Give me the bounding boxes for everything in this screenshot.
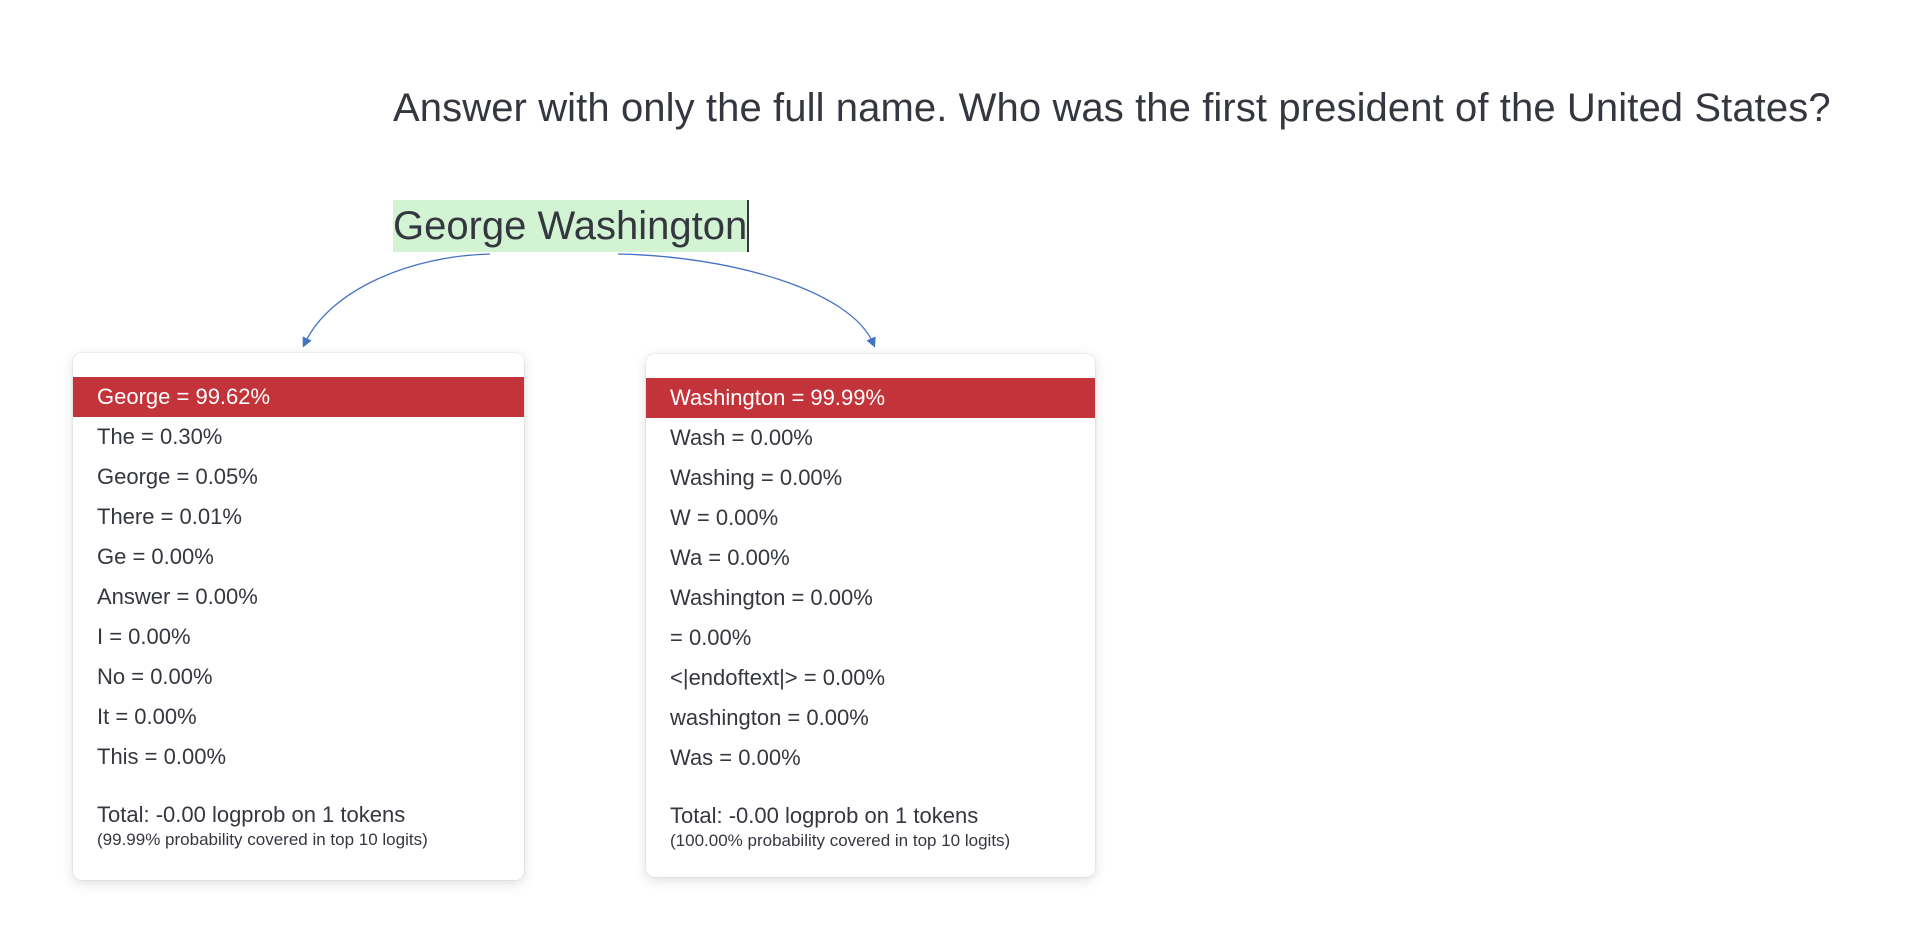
token-probability-panel-washington: Washington = 99.99% Wash = 0.00% Washing… [646,354,1095,877]
prompt-text[interactable]: Answer with only the full name. Who was … [393,80,1831,136]
probability-row[interactable]: George = 0.05% [73,457,524,497]
probability-coverage: (100.00% probability covered in top 10 l… [670,831,1011,850]
probability-row[interactable]: washington = 0.00% [646,698,1095,738]
probability-row[interactable]: Washington = 99.99% [646,378,1095,418]
probability-row[interactable]: Answer = 0.00% [73,577,524,617]
probability-row[interactable]: Washington = 0.00% [646,578,1095,618]
probability-coverage: (99.99% probability covered in top 10 lo… [97,830,428,849]
probability-list: Washington = 99.99% Wash = 0.00% Washing… [646,378,1095,778]
probability-row[interactable]: It = 0.00% [73,697,524,737]
probability-row[interactable]: This = 0.00% [73,737,524,777]
probability-row[interactable]: Washing = 0.00% [646,458,1095,498]
text-cursor [747,200,750,252]
completion-token-washington[interactable]: Washington [526,200,748,252]
token-probability-panel-george: George = 99.62% The = 0.30% George = 0.0… [73,353,524,880]
logprob-total: Total: -0.00 logprob on 1 tokens [97,802,406,827]
logprob-total: Total: -0.00 logprob on 1 tokens [670,803,979,828]
arrow-to-george-panel [302,253,491,348]
probability-row[interactable]: I = 0.00% [73,617,524,657]
probability-row[interactable]: There = 0.01% [73,497,524,537]
probability-row[interactable]: Ge = 0.00% [73,537,524,577]
probability-row[interactable]: Wa = 0.00% [646,538,1095,578]
probability-row[interactable]: The = 0.30% [73,417,524,457]
probability-row[interactable]: Wash = 0.00% [646,418,1095,458]
probability-row[interactable]: <|endoftext|> = 0.00% [646,658,1095,698]
probability-row[interactable]: W = 0.00% [646,498,1095,538]
completion-text[interactable]: George Washington [393,200,750,252]
playground-canvas: Answer with only the full name. Who was … [0,0,1919,936]
completion-token-george[interactable]: George [393,200,527,252]
probability-row[interactable]: No = 0.00% [73,657,524,697]
arrow-to-washington-panel [617,253,876,348]
probability-row[interactable]: = 0.00% [646,618,1095,658]
probability-row[interactable]: Was = 0.00% [646,738,1095,778]
probability-row[interactable]: George = 99.62% [73,377,524,417]
probability-list: George = 99.62% The = 0.30% George = 0.0… [73,377,524,777]
